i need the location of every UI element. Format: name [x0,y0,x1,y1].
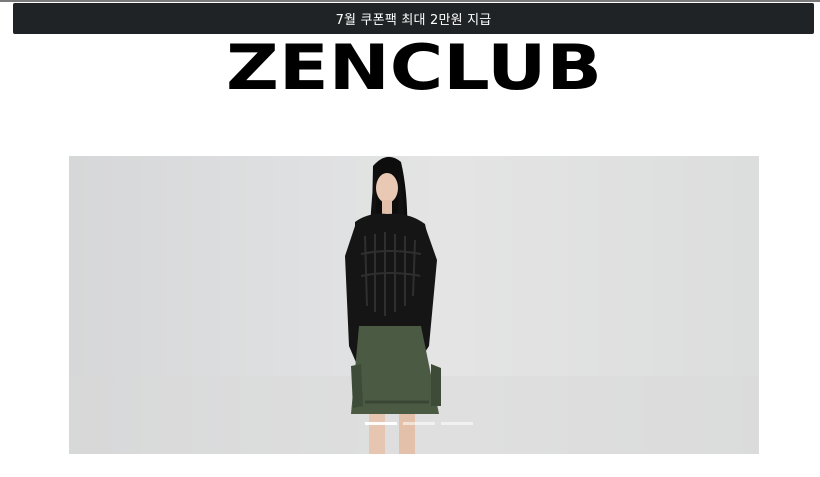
logo-wordmark: ZENCLUB [226,36,602,98]
hero-model-image [69,156,759,454]
slider-dot-1[interactable] [365,422,397,425]
slider-dot-3[interactable] [441,422,473,425]
brand-logo: ZENCLUB [226,36,602,98]
hero-banner[interactable] [69,156,759,454]
promo-banner[interactable]: 7월 쿠폰팩 최대 2만원 지급 [13,3,814,34]
page: 7월 쿠폰팩 최대 2만원 지급 ZENCLUB [0,0,820,477]
brand-logo-link[interactable]: ZENCLUB [224,36,604,98]
top-divider [0,0,820,2]
slider-pagination [365,422,473,425]
slider-dot-2[interactable] [403,422,435,425]
promo-text: 7월 쿠폰팩 최대 2만원 지급 [335,13,492,28]
